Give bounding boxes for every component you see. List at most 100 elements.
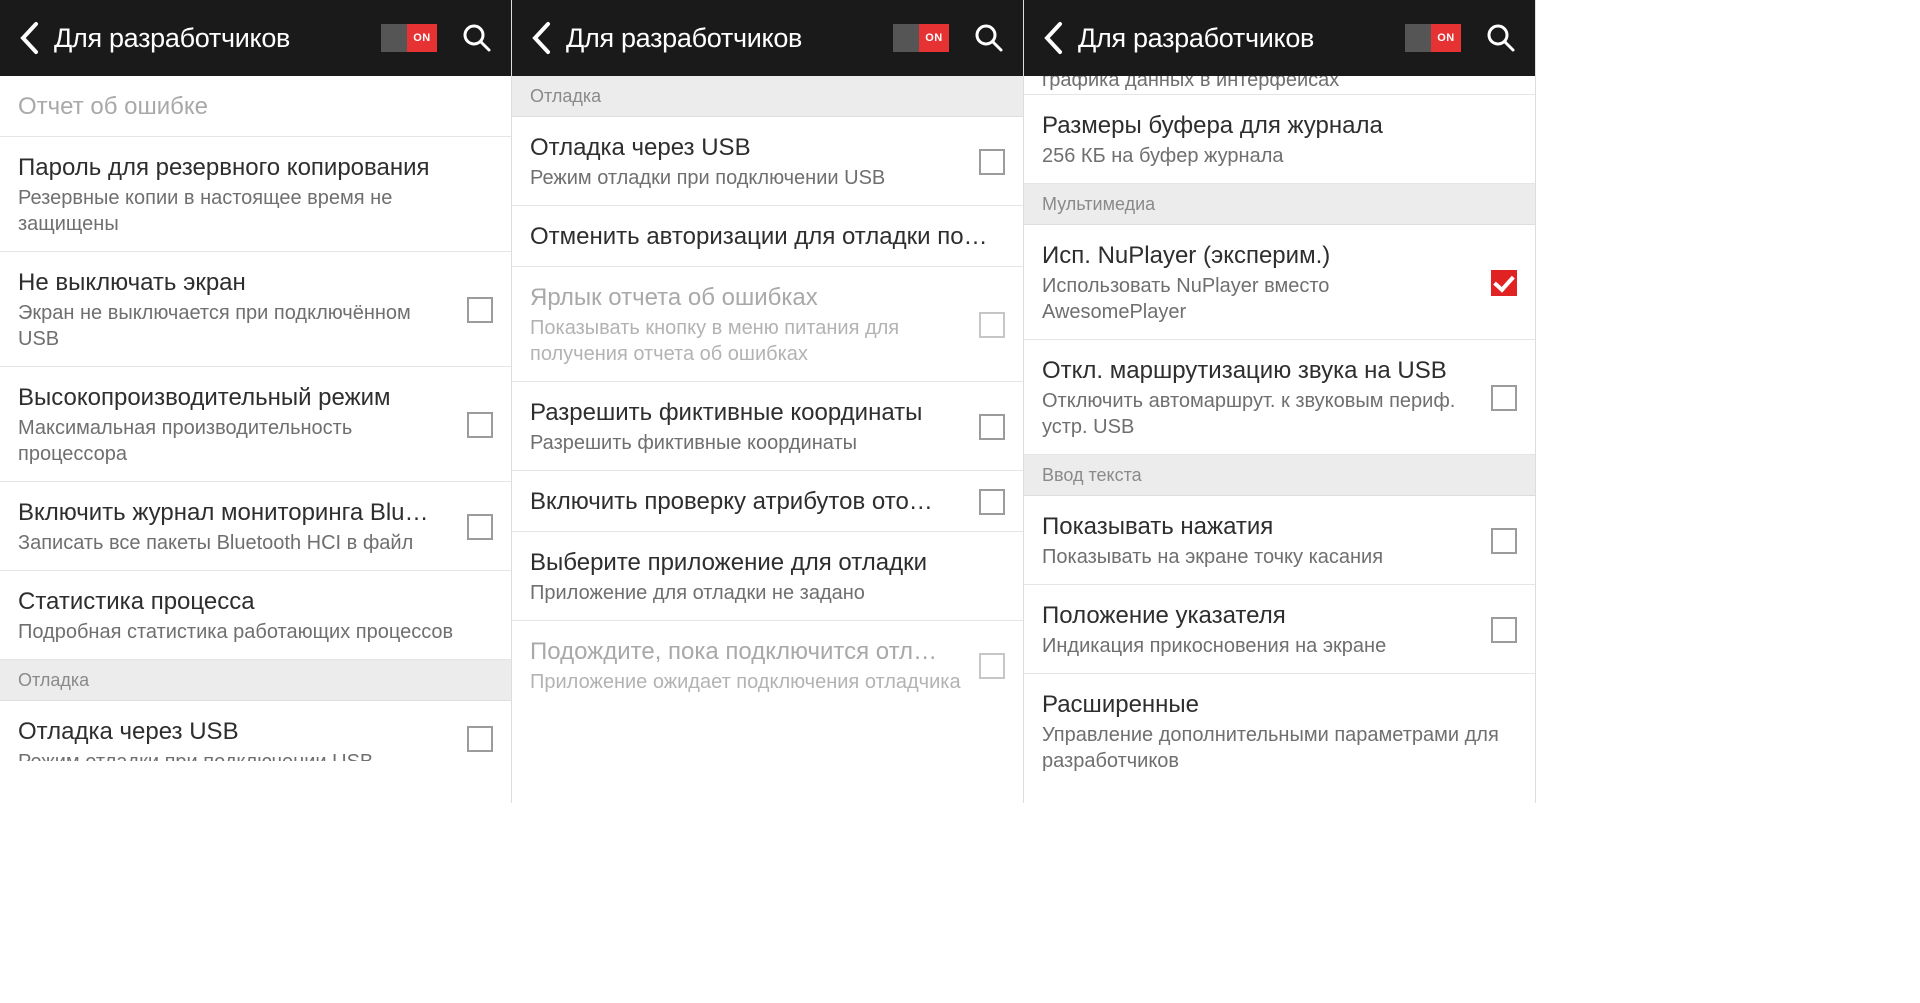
item-title: Расширенные <box>1042 690 1517 720</box>
item-subtitle: Приложение для отладки не задано <box>530 580 1005 606</box>
item-pointer-location[interactable]: Положение указателя Индикация прикоснове… <box>1024 585 1535 674</box>
checkbox[interactable] <box>1491 528 1517 554</box>
item-subtitle: Резервные копии в настоящее время не защ… <box>18 185 493 237</box>
item-subtitle: Управление дополнительными параметрами д… <box>1042 722 1517 774</box>
panel-1: Для разработчиков ON Отчет об ошибке Пар… <box>0 0 512 803</box>
item-subtitle: Отключить автомаршрут. к звуковым периф.… <box>1042 388 1477 440</box>
search-button[interactable] <box>455 16 499 60</box>
item-revoke-authorizations[interactable]: Отменить авторизации для отладки по… <box>512 206 1023 267</box>
section-input: Ввод текста <box>1024 455 1535 496</box>
item-process-stats[interactable]: Статистика процесса Подробная статистика… <box>0 571 511 660</box>
item-title: Положение указателя <box>1042 601 1477 631</box>
toggle-on-label: ON <box>407 24 437 52</box>
item-subtitle: Приложение ожидает подключения отладчика <box>530 669 965 695</box>
header: Для разработчиков ON <box>1024 0 1535 76</box>
search-button[interactable] <box>967 16 1011 60</box>
item-title: Отменить авторизации для отладки по… <box>530 222 1005 252</box>
item-subtitle: Максимальная производительность процессо… <box>18 415 453 467</box>
item-title: Подождите, пока подключится отл… <box>530 637 965 667</box>
item-subtitle: Записать все пакеты Bluetooth HCI в файл <box>18 530 453 556</box>
checkbox[interactable] <box>979 489 1005 515</box>
item-title: Пароль для резервного копирования <box>18 153 493 183</box>
item-title: Размеры буфера для журнала <box>1042 111 1517 141</box>
checkbox[interactable] <box>979 653 1005 679</box>
checkbox[interactable] <box>467 297 493 323</box>
section-multimedia: Мультимедиа <box>1024 184 1535 225</box>
back-button[interactable] <box>8 16 52 60</box>
item-high-performance[interactable]: Высокопроизводительный режим Максимальна… <box>0 367 511 482</box>
item-bluetooth-hci-log[interactable]: Включить журнал мониторинга Blu… Записат… <box>0 482 511 571</box>
page-title: Для разработчиков <box>1078 23 1405 54</box>
item-log-buffer-size[interactable]: Размеры буфера для журнала 256 КБ на буф… <box>1024 95 1535 184</box>
item-title: Не выключать экран <box>18 268 453 298</box>
panel-3: Для разработчиков ON графика данных в ин… <box>1024 0 1536 803</box>
item-title: Высокопроизводительный режим <box>18 383 453 413</box>
item-title: Показывать нажатия <box>1042 512 1477 542</box>
back-button[interactable] <box>520 16 564 60</box>
developer-options-toggle[interactable]: ON <box>381 24 437 52</box>
search-button[interactable] <box>1479 16 1523 60</box>
item-usb-debugging[interactable]: Отладка через USB Режим отладки при подк… <box>0 701 511 775</box>
item-wait-for-debugger[interactable]: Подождите, пока подключится отл… Приложе… <box>512 621 1023 709</box>
item-bug-report[interactable]: Отчет об ошибке <box>0 76 511 137</box>
header: Для разработчиков ON <box>512 0 1023 76</box>
checkbox[interactable] <box>467 726 493 752</box>
item-advanced[interactable]: Расширенные Управление дополнительными п… <box>1024 674 1535 788</box>
item-title: Отладка через USB <box>18 717 453 747</box>
item-title: Статистика процесса <box>18 587 493 617</box>
item-title: Выберите приложение для отладки <box>530 548 1005 578</box>
item-select-debug-app[interactable]: Выберите приложение для отладки Приложен… <box>512 532 1023 621</box>
item-nuplayer[interactable]: Исп. NuPlayer (эксперим.) Использовать N… <box>1024 225 1535 340</box>
section-debugging: Отладка <box>512 76 1023 117</box>
settings-list[interactable]: Отчет об ошибке Пароль для резервного ко… <box>0 76 511 803</box>
checkbox[interactable] <box>467 412 493 438</box>
item-title: Включить проверку атрибутов ото… <box>530 487 965 517</box>
item-usb-debugging[interactable]: Отладка через USB Режим отладки при подк… <box>512 117 1023 206</box>
item-subtitle: Экран не выключается при подключённом US… <box>18 300 453 352</box>
item-title: Исп. NuPlayer (эксперим.) <box>1042 241 1477 271</box>
checkbox[interactable] <box>979 414 1005 440</box>
developer-options-toggle[interactable]: ON <box>1405 24 1461 52</box>
back-button[interactable] <box>1032 16 1076 60</box>
toggle-on-label: ON <box>919 24 949 52</box>
item-subtitle: Подробная статистика работающих процессо… <box>18 619 493 645</box>
search-icon <box>1486 23 1516 53</box>
item-subtitle: Использовать NuPlayer вместо AwesomePlay… <box>1042 273 1477 325</box>
checkbox[interactable] <box>979 312 1005 338</box>
item-subtitle: Режим отладки при подключении USB <box>530 165 965 191</box>
back-icon <box>19 21 41 55</box>
toggle-on-label: ON <box>1431 24 1461 52</box>
item-subtitle: Разрешить фиктивные координаты <box>530 430 965 456</box>
developer-options-toggle[interactable]: ON <box>893 24 949 52</box>
checkbox[interactable] <box>1491 270 1517 296</box>
item-stay-awake[interactable]: Не выключать экран Экран не выключается … <box>0 252 511 367</box>
item-backup-password[interactable]: Пароль для резервного копирования Резерв… <box>0 137 511 252</box>
item-subtitle: Режим отладки при подключении USB <box>18 749 453 761</box>
back-icon <box>531 21 553 55</box>
item-subtitle: Показывать на экране точку касания <box>1042 544 1477 570</box>
item-title: Включить журнал мониторинга Blu… <box>18 498 453 528</box>
settings-list[interactable]: Отладка Отладка через USB Режим отладки … <box>512 76 1023 803</box>
item-subtitle: Индикация прикосновения на экране <box>1042 633 1477 659</box>
settings-list[interactable]: графика данных в интерфейсах Размеры буф… <box>1024 76 1535 803</box>
partial-item-subtitle: графика данных в интерфейсах <box>1024 76 1535 95</box>
item-view-attribute-inspection[interactable]: Включить проверку атрибутов ото… <box>512 471 1023 532</box>
checkbox[interactable] <box>1491 617 1517 643</box>
header: Для разработчиков ON <box>0 0 511 76</box>
item-title: Разрешить фиктивные координаты <box>530 398 965 428</box>
item-subtitle: Показывать кнопку в меню питания для пол… <box>530 315 965 367</box>
item-show-touches[interactable]: Показывать нажатия Показывать на экране … <box>1024 496 1535 585</box>
search-icon <box>462 23 492 53</box>
item-title: Ярлык отчета об ошибках <box>530 283 965 313</box>
panel-2: Для разработчиков ON Отладка Отладка чер… <box>512 0 1024 803</box>
checkbox[interactable] <box>467 514 493 540</box>
back-icon <box>1043 21 1065 55</box>
item-mock-locations[interactable]: Разрешить фиктивные координаты Разрешить… <box>512 382 1023 471</box>
section-debugging: Отладка <box>0 660 511 701</box>
item-disable-usb-audio-routing[interactable]: Откл. маршрутизацию звука на USB Отключи… <box>1024 340 1535 455</box>
item-subtitle: 256 КБ на буфер журнала <box>1042 143 1517 169</box>
checkbox[interactable] <box>979 149 1005 175</box>
page-title: Для разработчиков <box>566 23 893 54</box>
checkbox[interactable] <box>1491 385 1517 411</box>
item-bug-report-shortcut[interactable]: Ярлык отчета об ошибках Показывать кнопк… <box>512 267 1023 382</box>
